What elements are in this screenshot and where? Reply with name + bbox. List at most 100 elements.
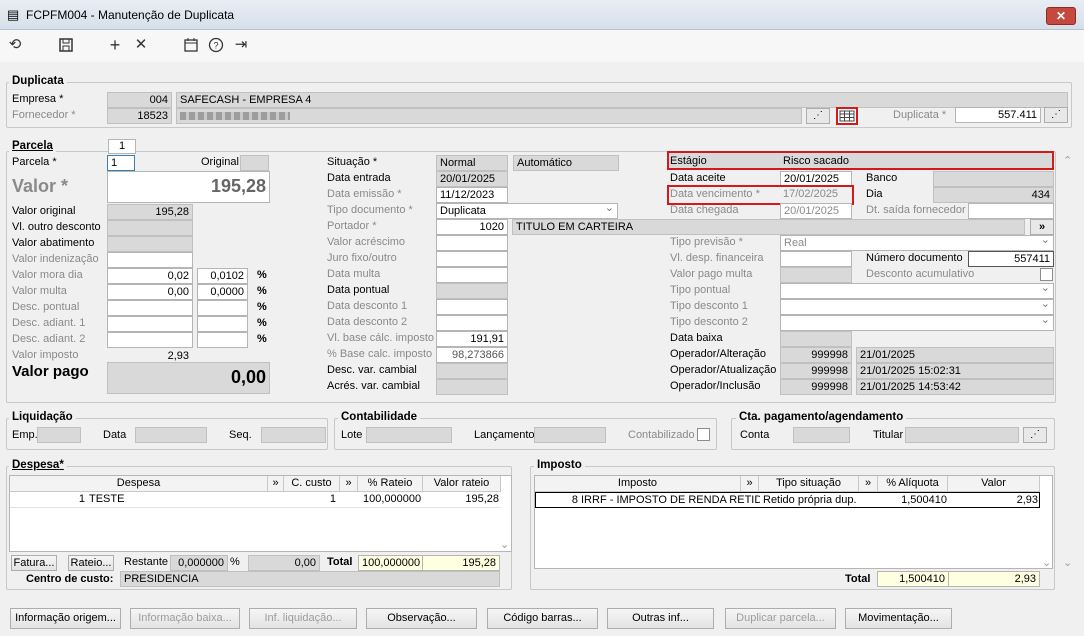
fornecedor-code-field[interactable]: 18523 — [107, 108, 172, 124]
portador-code-field[interactable]: 1020 — [436, 219, 508, 235]
imposto-col-aliquota[interactable]: % Alíquota — [878, 476, 948, 492]
parcela-row-pct-field[interactable] — [197, 316, 248, 332]
liq-data-label: Data — [103, 429, 127, 441]
mid-row-label: Vl. base cálc. imposto — [327, 332, 434, 344]
valor-pago-label: Valor pago — [12, 363, 89, 380]
data-multa-field[interactable] — [436, 267, 508, 283]
tipo-documento-select[interactable]: Duplicata — [436, 203, 618, 219]
contabilizado-checkbox[interactable] — [697, 428, 710, 441]
situacao-field[interactable]: Normal — [436, 155, 508, 171]
close-button[interactable]: ✕ — [1046, 7, 1076, 25]
duplicata-field[interactable]: 557.411 — [955, 107, 1041, 123]
parcela-row-field[interactable]: 0,00 — [107, 284, 193, 300]
data-desconto2-field[interactable] — [436, 315, 508, 331]
liq-emp-field — [37, 427, 81, 443]
imposto-col-valor[interactable]: Valor — [948, 476, 1040, 492]
rateio-button[interactable]: Rateio... — [68, 555, 114, 571]
imposto-scroll-down-icon[interactable]: ⌄ — [1042, 556, 1051, 569]
add-icon[interactable]: + — [104, 34, 126, 56]
despesa-row-valor: 195,28 — [465, 493, 499, 505]
parcela-row-pct-field[interactable] — [197, 332, 248, 348]
parcela-row-pct-field[interactable]: 0,0102 — [197, 268, 248, 284]
tipo-desc1-label: Tipo desconto 1 — [670, 300, 748, 312]
vl-base-field[interactable]: 191,91 — [436, 331, 508, 347]
portador-next-button[interactable]: » — [1030, 219, 1054, 235]
despesa-col-next2[interactable]: » — [340, 476, 358, 492]
data-baixa-label: Data baixa — [670, 332, 723, 344]
imposto-grid[interactable]: Imposto » Tipo situação » % Alíquota Val… — [534, 475, 1053, 569]
tipo-pontual-label: Tipo pontual — [670, 284, 731, 296]
imposto-col-next2[interactable]: » — [859, 476, 878, 492]
parcela-row-field[interactable] — [107, 252, 193, 268]
despesa-col-despesa[interactable]: Despesa — [10, 476, 268, 492]
parcela-row-pct-field[interactable] — [197, 300, 248, 316]
despesa-col-valor[interactable]: Valor rateio — [423, 476, 501, 492]
data-emissao-field[interactable]: 11/12/2023 — [436, 187, 508, 203]
tipo-pontual-select[interactable] — [780, 283, 1054, 299]
parcela-row-field[interactable] — [107, 316, 193, 332]
restante-field: 0,000000 — [170, 555, 228, 571]
valor-acrescimo-field[interactable] — [436, 235, 508, 251]
parcela-row-pct-field[interactable]: 0,0000 — [197, 284, 248, 300]
fatura-button[interactable]: Fatura... — [11, 555, 57, 571]
desconto-acum-checkbox[interactable] — [1040, 268, 1053, 281]
scroll-down-icon[interactable]: ⌄ — [1063, 556, 1072, 569]
save-icon[interactable] — [55, 34, 77, 56]
help-icon[interactable]: ? — [205, 34, 227, 56]
mid-row-label: Situação * — [327, 156, 378, 168]
despesa-col-next1[interactable]: » — [268, 476, 284, 492]
parcela-row-field[interactable] — [107, 332, 193, 348]
exit-icon[interactable]: ⇥ — [230, 34, 252, 56]
bottom-button-7[interactable]: Movimentação... — [845, 608, 952, 629]
bottom-button-3[interactable]: Observação... — [366, 608, 477, 629]
vl-desp-field[interactable] — [780, 251, 852, 267]
calendar-icon[interactable] — [180, 34, 202, 56]
dt-saida-field[interactable] — [968, 203, 1054, 219]
despesa-scroll-down-icon[interactable]: ⌄ — [500, 538, 509, 551]
bottom-button-4[interactable]: Código barras... — [487, 608, 598, 629]
table-row[interactable]: 8 IRRF - IMPOSTO DE RENDA RETIDO N Retid… — [535, 492, 1040, 508]
mid-row-label: Portador * — [327, 220, 377, 232]
imposto-row-name: IRRF - IMPOSTO DE RENDA RETIDO N — [581, 494, 760, 506]
despesa-total-rateio: 100,000000 — [358, 555, 423, 571]
fornecedor-label: Fornecedor * — [12, 109, 76, 121]
titular-lookup-button[interactable]: ⋰ — [1023, 427, 1047, 443]
delete-icon[interactable]: ✕ — [130, 34, 152, 56]
valor-field[interactable]: 195,28 — [107, 171, 270, 203]
imposto-col-tipo[interactable]: Tipo situação — [759, 476, 859, 492]
parcela-row-field[interactable] — [107, 300, 193, 316]
parcela-row-field[interactable]: 0,02 — [107, 268, 193, 284]
estagio-label: Estágio — [670, 155, 707, 167]
despesa-col-rateio[interactable]: % Rateio — [358, 476, 423, 492]
data-desconto1-field[interactable] — [436, 299, 508, 315]
parcela-tab-number[interactable]: 1 — [108, 139, 136, 154]
desconto-acum-label: Desconto acumulativo — [866, 268, 975, 280]
despesa-grid[interactable]: Despesa » C. custo » % Rateio Valor rate… — [9, 475, 512, 552]
tipo-desc1-select[interactable] — [780, 299, 1054, 315]
duplicata-lookup-button[interactable]: ⋰ — [1044, 107, 1068, 123]
undo-icon[interactable]: ⟲ — [4, 34, 26, 56]
data-vencimento-value[interactable]: 17/02/2025 — [783, 188, 838, 200]
table-row[interactable]: 1 TESTE 1 100,000000 195,28 — [10, 492, 501, 508]
parcela-field[interactable]: 1 — [107, 155, 135, 171]
scroll-up-icon[interactable]: ⌃ — [1063, 154, 1072, 167]
num-doc-field[interactable]: 557411 — [968, 251, 1054, 267]
imposto-row-tipo: Retido própria dup. — [763, 494, 857, 506]
vertical-scrollbar[interactable]: ⌃ ⌄ — [1060, 152, 1076, 572]
empresa-code-field[interactable]: 004 — [107, 92, 172, 108]
bottom-button-5[interactable]: Outras inf... — [607, 608, 714, 629]
tipo-previsao-select[interactable]: Real — [780, 235, 1054, 251]
parcela-row-label: Valor imposto — [12, 349, 79, 361]
fornecedor-lookup-button[interactable]: ⋰ — [806, 108, 830, 124]
despesa-col-ccusto[interactable]: C. custo — [284, 476, 340, 492]
grid-lookup-icon[interactable] — [836, 107, 858, 125]
bottom-button-0[interactable]: Informação origem... — [10, 608, 121, 629]
restante-valor-field: 0,00 — [248, 555, 320, 571]
imposto-col-next1[interactable]: » — [741, 476, 759, 492]
juro-fixo-field[interactable] — [436, 251, 508, 267]
imposto-col-imposto[interactable]: Imposto — [535, 476, 741, 492]
imposto-total-aliquota: 1,500410 — [877, 571, 949, 587]
data-chegada-field[interactable]: 20/01/2025 — [780, 203, 852, 219]
parcela-tab[interactable]: Parcela — [9, 140, 56, 152]
tipo-desc2-select[interactable] — [780, 315, 1054, 331]
